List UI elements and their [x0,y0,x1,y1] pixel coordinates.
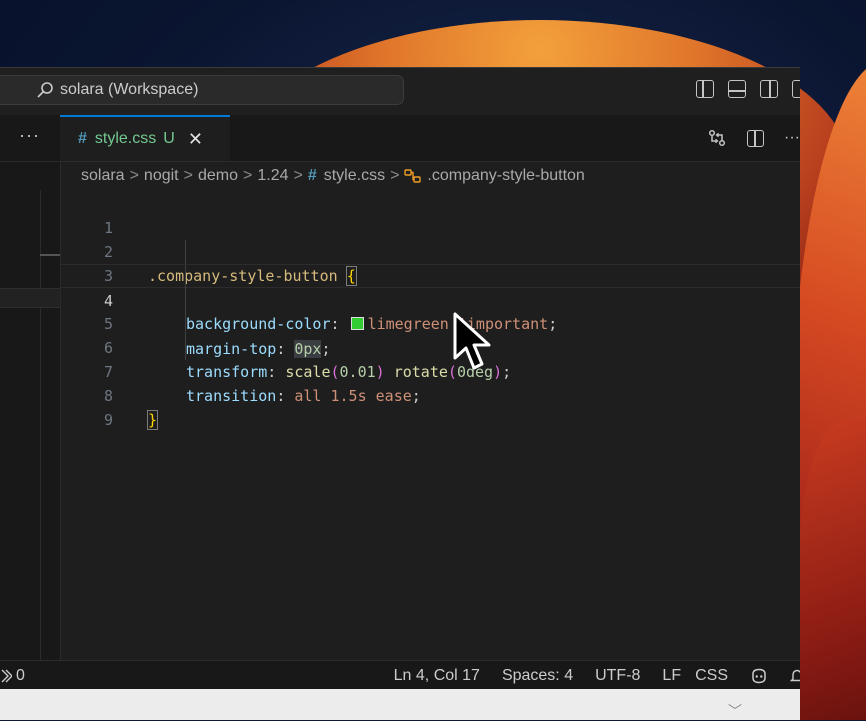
indentation[interactable]: Spaces: 4 [502,667,573,685]
toggle-secondary-sidebar-icon[interactable] [760,80,778,98]
code-line: 5 transform: scale(0.01) rotate(0deg); [61,288,800,381]
indent-guide [185,336,186,360]
editor-tab-bar: ··· # style.css U ✕ ··· [0,115,800,162]
open-changes-icon[interactable] [707,128,727,148]
chevron-down-icon[interactable]: ﹀ [728,701,742,721]
status-right: Ln 4, Col 17 Spaces: 4 UTF-8 LF CSS [394,667,800,685]
breadcrumb-item[interactable]: solara [81,167,125,185]
tab-style-css[interactable]: # style.css U ✕ [60,115,230,161]
chevron-right-icon: > [293,167,303,184]
code-line-current: 4 margin-top: 0px; [61,264,800,358]
tree-selected-row[interactable] [0,288,60,308]
code-line: 6 transition: all 1.5s ease; [61,312,800,405]
breadcrumb-item[interactable]: nogit [144,167,179,185]
breadcrumb-item[interactable]: 1.24 [257,167,288,185]
code-line: 7 [61,336,800,381]
layout-controls [696,80,800,98]
close-brace: } [146,410,159,430]
breadcrumb: solara > nogit > demo > 1.24 > # style.c… [81,165,585,187]
customize-layout-icon[interactable] [792,80,800,98]
status-left: 0 [0,667,25,685]
command-center[interactable]: solara (Workspace) [0,75,404,105]
indent-guide [185,240,186,264]
code-line: 8 } [61,360,800,430]
search-icon [37,82,53,98]
symbol-class-icon [404,169,422,183]
end-of-line[interactable]: LF [662,667,681,685]
ports-count[interactable]: 0 [16,667,25,685]
mouse-pointer-icon [453,312,491,370]
chevron-right-icon: > [183,167,193,184]
ports-icon[interactable] [0,668,12,684]
editor-actions: ··· [707,128,800,148]
copilot-icon[interactable] [750,668,768,684]
code-editor[interactable]: 1 2 .company-style-button { 3 background… [61,192,800,660]
breadcrumb-item[interactable]: demo [198,167,238,185]
code-line: 3 background-color: limegreen !important… [61,240,800,333]
indent-guide [185,265,186,289]
language-mode[interactable]: CSS [695,667,728,685]
split-editor-icon[interactable] [747,129,765,147]
cursor-position[interactable]: Ln 4, Col 17 [394,667,480,685]
tab-label: style.css [94,130,157,147]
toggle-panel-icon[interactable] [728,80,746,98]
chevron-right-icon: > [390,167,400,184]
css-file-icon: # [78,130,87,147]
css-file-icon: # [307,167,317,184]
indent-guide [185,288,186,312]
code-line: 9 [61,384,800,429]
untracked-badge: U [163,130,175,147]
status-bar: 0 Ln 4, Col 17 Spaces: 4 UTF-8 LF CSS [0,660,800,690]
background-window: ﹀ [0,689,800,720]
indent-guide [185,312,186,336]
tree-indent-guide [40,190,41,660]
more-actions-icon[interactable]: ··· [19,125,40,146]
vscode-window: solara (Workspace) ··· # style.css U ✕ ·… [0,67,800,690]
more-actions-icon[interactable]: ··· [784,129,800,147]
notifications-bell-icon[interactable] [790,668,800,684]
code-line: 1 [61,192,800,237]
code-line: 2 .company-style-button { [61,216,800,286]
chevron-right-icon: > [129,167,139,184]
title-bar: solara (Workspace) [0,68,800,116]
encoding[interactable]: UTF-8 [595,667,640,685]
side-bar [0,162,61,660]
breadcrumb-file[interactable]: style.css [324,167,385,185]
line-number: 9 [103,411,113,429]
tree-marker [40,254,60,256]
chevron-right-icon: > [243,167,253,184]
toggle-primary-sidebar-icon[interactable] [696,80,714,98]
command-center-label: solara (Workspace) [60,81,199,98]
breadcrumb-symbol[interactable]: .company-style-button [427,167,584,185]
close-icon[interactable]: ✕ [188,129,203,150]
